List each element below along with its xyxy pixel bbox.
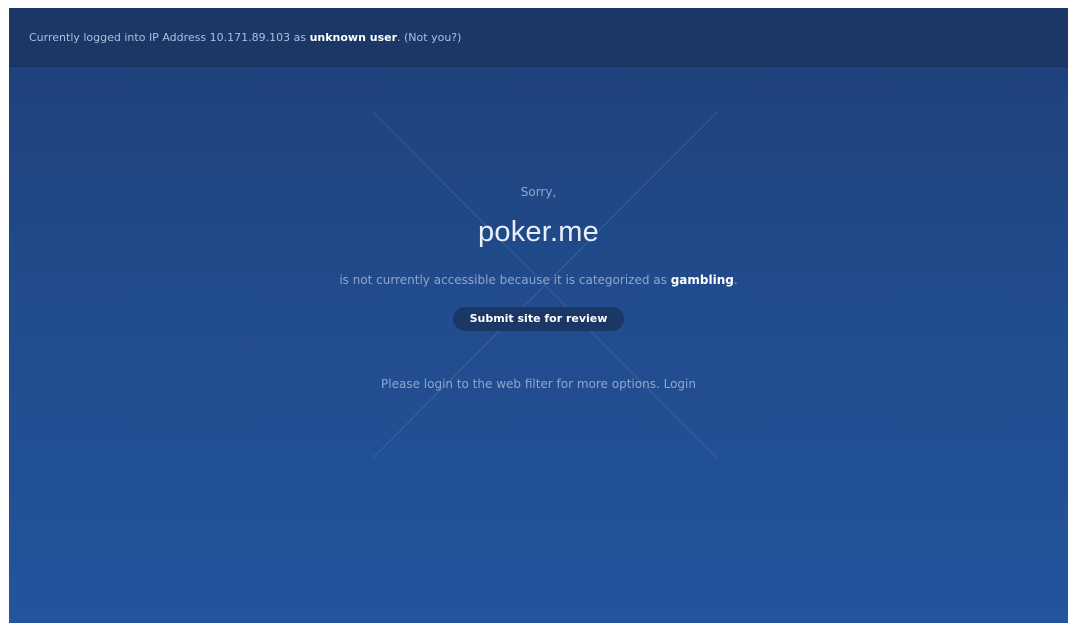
block-page: Currently logged into IP Address 10.171.… (9, 8, 1068, 623)
block-reason: is not currently accessible because it i… (9, 273, 1068, 287)
submit-wrapper: Submit site for review (9, 307, 1068, 331)
current-user: unknown user (309, 31, 398, 44)
blocked-domain: poker.me (478, 216, 599, 248)
login-prompt-text: Please login to the web filter for more … (381, 377, 660, 391)
not-you-link[interactable]: (Not you?) (404, 31, 461, 44)
submit-for-review-button[interactable]: Submit site for review (452, 307, 625, 331)
page-edge (0, 0, 9, 623)
login-status-bar: Currently logged into IP Address 10.171.… (9, 8, 1068, 67)
block-reason-text: is not currently accessible because it i… (339, 273, 671, 287)
login-status-prefix: Currently logged into IP Address 10.171.… (29, 31, 310, 44)
login-prompt: Please login to the web filter for more … (9, 377, 1068, 391)
block-category: gambling (670, 273, 734, 287)
block-reason-period: . (733, 273, 738, 287)
login-status-text: Currently logged into IP Address 10.171.… (29, 31, 461, 44)
login-link[interactable]: Login (664, 377, 696, 391)
login-status-period: . (397, 31, 401, 44)
sorry-text: Sorry, (520, 185, 557, 199)
